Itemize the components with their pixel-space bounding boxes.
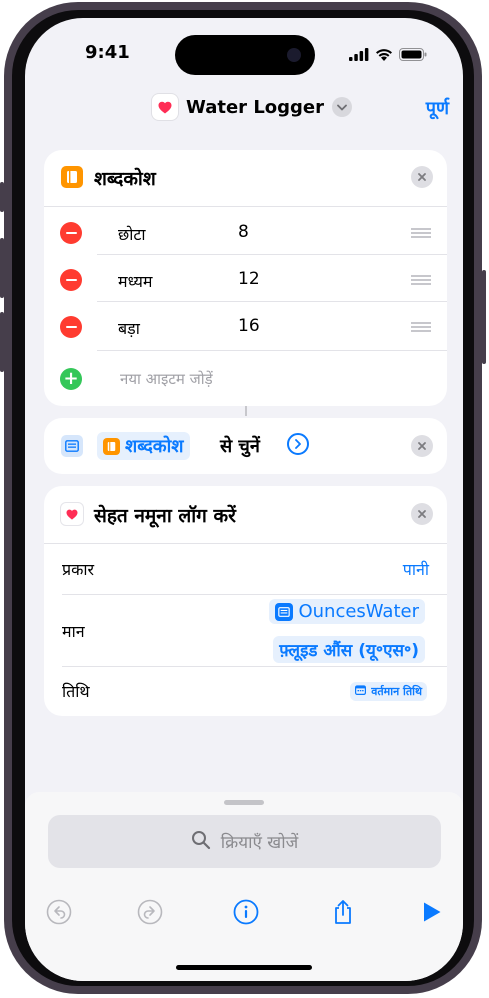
dictionary-title: शब्दकोश: [94, 168, 156, 190]
choose-action-text: से चुनें: [220, 436, 260, 457]
type-value[interactable]: पानी: [403, 558, 429, 580]
camera-icon: [287, 48, 301, 62]
list-icon: [275, 602, 294, 621]
close-icon[interactable]: [411, 435, 433, 457]
shortcut-title-button[interactable]: Water Logger: [152, 94, 353, 120]
home-indicator: [176, 965, 312, 970]
add-item-placeholder[interactable]: नया आइटम जोड़ें: [120, 369, 213, 389]
dictionary-key[interactable]: बड़ा: [118, 317, 140, 339]
ounces-water-token-label: OuncesWater: [298, 601, 419, 622]
add-item-button[interactable]: +: [60, 368, 82, 390]
divider: [62, 666, 447, 667]
heart-icon: [152, 94, 178, 120]
power-button: [482, 270, 486, 364]
reorder-handle-icon[interactable]: [411, 275, 431, 285]
chevron-right-icon[interactable]: [287, 433, 309, 455]
nav-bar: Water Logger पूर्ण: [25, 88, 463, 132]
dictionary-value[interactable]: 16: [238, 316, 260, 336]
volume-up-button: [0, 238, 4, 298]
flow-connector: [245, 406, 247, 416]
value-label: मान: [62, 622, 85, 641]
search-actions-field[interactable]: क्रियाएँ खोजें: [48, 815, 441, 868]
remove-item-button[interactable]: [60, 222, 82, 244]
unit-token-label: फ़्लूइड औंस (यू॰एस॰): [273, 636, 425, 663]
dictionary-key[interactable]: छोटा: [118, 223, 146, 245]
calendar-icon: [355, 685, 367, 698]
divider: [62, 594, 447, 595]
search-placeholder: क्रियाएँ खोजें: [220, 833, 299, 853]
share-icon[interactable]: [329, 898, 357, 926]
redo-icon[interactable]: [136, 898, 164, 926]
dictionary-value[interactable]: 8: [238, 222, 249, 242]
undo-icon[interactable]: [45, 898, 73, 926]
dictionary-token-label: शब्दकोश: [125, 436, 184, 457]
date-label: तिथि: [62, 682, 90, 701]
signal-icon: [349, 46, 369, 65]
status-time: 9:41: [85, 42, 130, 63]
status-icons: [349, 46, 427, 65]
dictionary-action-card[interactable]: शब्दकोश छोटा 8 मध्यम 12 बड़ा 16 + नया आइ…: [44, 150, 447, 406]
health-action-card[interactable]: सेहत नमूना लॉग करें प्रकार पानी मान Ounc…: [44, 486, 447, 716]
divider: [44, 543, 447, 544]
toolbar: [25, 894, 463, 934]
ounces-water-token[interactable]: OuncesWater: [269, 599, 425, 624]
list-icon: [61, 435, 83, 457]
actions-sheet: क्रियाएँ खोजें: [25, 792, 463, 981]
wifi-icon: [375, 46, 393, 65]
health-title: सेहत नमूना लॉग करें: [94, 505, 236, 527]
dictionary-token[interactable]: शब्दकोश: [97, 432, 190, 460]
choose-action-card[interactable]: शब्दकोश से चुनें: [44, 418, 447, 474]
dynamic-island: [175, 35, 315, 75]
type-label: प्रकार: [62, 560, 95, 579]
screen: 9:41 Water Logger पूर्ण शब्दकोश छोटा 8 म…: [25, 18, 463, 981]
sheet-grabber[interactable]: [224, 800, 264, 805]
unit-token[interactable]: फ़्लूइड औंस (यू॰एस॰): [273, 636, 425, 663]
current-date-token-label: वर्तमान तिथि: [371, 685, 422, 698]
play-icon[interactable]: [418, 898, 446, 926]
divider: [97, 254, 447, 255]
reorder-handle-icon[interactable]: [411, 322, 431, 332]
shortcut-title: Water Logger: [186, 96, 325, 118]
remove-item-button[interactable]: [60, 316, 82, 338]
close-icon[interactable]: [411, 166, 433, 188]
divider: [44, 206, 447, 207]
remove-item-button[interactable]: [60, 269, 82, 291]
dictionary-key[interactable]: मध्यम: [118, 270, 152, 292]
info-icon[interactable]: [232, 898, 260, 926]
chevron-down-icon[interactable]: [332, 97, 353, 117]
search-icon: [191, 830, 211, 854]
reorder-handle-icon[interactable]: [411, 228, 431, 238]
done-button[interactable]: पूर्ण: [426, 96, 449, 120]
book-icon: [103, 437, 120, 455]
battery-icon: [399, 46, 427, 65]
divider: [97, 301, 447, 302]
close-icon[interactable]: [411, 503, 433, 525]
action-button: [0, 182, 4, 212]
heart-icon: [61, 503, 83, 525]
current-date-token[interactable]: वर्तमान तिथि: [350, 682, 427, 701]
dictionary-value[interactable]: 12: [238, 269, 260, 289]
divider: [97, 350, 447, 351]
book-icon: [61, 166, 83, 188]
volume-down-button: [0, 312, 4, 372]
